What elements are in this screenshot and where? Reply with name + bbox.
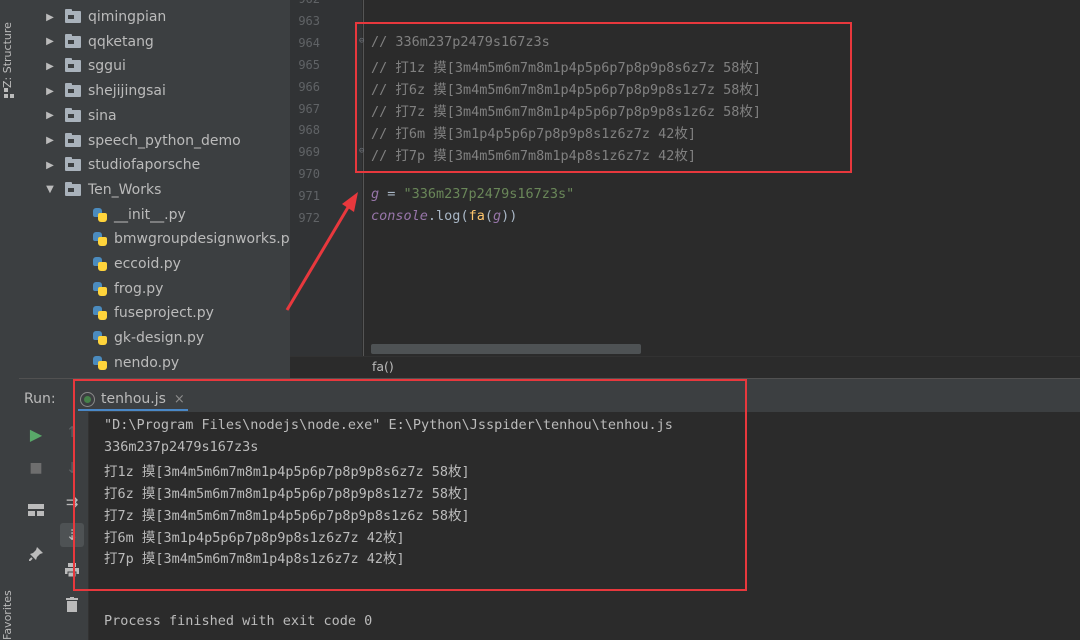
annotation-box-output: [73, 379, 747, 591]
tree-item[interactable]: ▶ qqketang: [41, 30, 154, 54]
folder-icon: [65, 58, 81, 73]
line-number: 962: [290, 0, 320, 6]
code-line-call[interactable]: console.log(fa(g)): [371, 208, 517, 224]
python-file-icon: [92, 355, 108, 371]
breadcrumb-bar: [290, 356, 1080, 379]
operator: =: [379, 186, 404, 202]
tree-item[interactable]: ▶ shejijingsai: [41, 79, 166, 103]
line-number: 969: [298, 145, 320, 160]
tree-item-label: nendo.py: [114, 354, 180, 371]
paren-close: )): [501, 208, 518, 224]
chevron-right-icon[interactable]: ▶: [41, 12, 59, 23]
tree-item[interactable]: bmwgroupdesignworks.py: [92, 227, 290, 251]
dot-token: .: [427, 208, 437, 224]
folder-icon: [65, 132, 81, 147]
line-number: 966: [298, 79, 320, 94]
tree-item[interactable]: ▶ speech_python_demo: [41, 129, 241, 153]
python-file-icon: [92, 330, 108, 346]
tree-item[interactable]: eccoid.py: [92, 252, 181, 276]
tree-item[interactable]: ▶ qimingpian: [41, 5, 166, 29]
folder-icon: [65, 33, 81, 48]
string-literal: "336m237p2479s167z3s": [403, 186, 575, 202]
function-fa: fa: [468, 208, 485, 224]
paren-open-2: (: [484, 208, 493, 224]
run-toolbar-primary: ▶ ■: [19, 412, 56, 640]
stop-icon[interactable]: ■: [24, 456, 48, 480]
tree-item[interactable]: ▼ Ten_Works: [41, 178, 161, 202]
chevron-right-icon[interactable]: ▶: [41, 36, 59, 47]
folder-icon: [65, 9, 81, 23]
tree-item[interactable]: nendo.py: [92, 351, 179, 375]
pin-icon[interactable]: [24, 542, 48, 566]
python-file-icon: [92, 256, 108, 272]
tree-item-label: sggui: [88, 58, 126, 75]
trash-icon[interactable]: [60, 592, 84, 616]
chevron-down-icon[interactable]: ▼: [41, 184, 59, 195]
line-number: 963: [298, 13, 320, 28]
layout-icon[interactable]: [24, 498, 48, 522]
paren-open: (: [460, 208, 469, 224]
line-number: 964: [298, 35, 320, 50]
rerun-icon[interactable]: ▶: [24, 422, 48, 446]
line-number: 970: [298, 167, 320, 182]
editor-horizontal-scrollbar[interactable]: [371, 344, 641, 354]
tree-item-label: Ten_Works: [88, 181, 162, 198]
method-log: log: [436, 208, 461, 224]
chevron-right-icon[interactable]: ▶: [41, 135, 59, 146]
structure-icon: [4, 88, 14, 98]
tree-item[interactable]: ▶ sina: [41, 104, 117, 128]
tree-item-label: qqketang: [88, 33, 154, 50]
annotation-arrow-icon: [285, 192, 358, 311]
folder-icon: [65, 107, 81, 122]
tree-item-label: __init__.py: [114, 206, 186, 223]
python-file-icon: [92, 207, 108, 223]
tree-item-label: speech_python_demo: [88, 132, 241, 149]
tree-item-label: studiofaporsche: [88, 157, 201, 174]
tree-item-label: sina: [88, 107, 117, 124]
python-file-icon: [92, 305, 108, 321]
run-label: Run:: [24, 391, 56, 407]
structure-tool-tab[interactable]: Z: Structure: [1, 8, 14, 88]
variable-g: g: [371, 186, 380, 202]
code-line-assign[interactable]: g = "336m237p2479s167z3s": [371, 186, 574, 202]
line-number: 967: [298, 101, 320, 116]
exit-message: Process finished with exit code 0: [104, 613, 373, 629]
tree-item[interactable]: gk-design.py: [92, 326, 204, 350]
breadcrumb[interactable]: fa(): [372, 359, 394, 374]
tree-item-label: fuseproject.py: [114, 305, 214, 322]
folder-icon: [65, 83, 81, 98]
line-number: 968: [298, 123, 320, 138]
annotation-box-comments: [355, 22, 852, 173]
folder-icon: [65, 181, 81, 196]
python-file-icon: [92, 281, 108, 297]
tree-item-label: bmwgroupdesignworks.py: [114, 231, 290, 248]
left-tool-strip: Z: Structure Favorites: [0, 0, 20, 640]
chevron-right-icon[interactable]: ▶: [41, 160, 59, 171]
favorites-tool-tab[interactable]: Favorites: [1, 590, 14, 640]
tree-item[interactable]: fuseproject.py: [92, 301, 214, 325]
tree-item[interactable]: ▶ studiofaporsche: [41, 153, 200, 177]
tree-item-label: eccoid.py: [114, 256, 181, 272]
tree-item-label: shejijingsai: [88, 83, 166, 100]
chevron-right-icon[interactable]: ▶: [41, 86, 59, 97]
python-file-icon: [92, 231, 108, 247]
console-object: console: [371, 208, 428, 224]
tree-item[interactable]: ▶ sggui: [41, 54, 126, 78]
project-tree: ▶ qimingpian ▶ qqketang ▶ sggui ▶ shejijingsai ▶…: [19, 0, 290, 378]
folder-icon: [65, 157, 81, 172]
tree-item[interactable]: frog.py: [92, 277, 163, 301]
tree-item-label: qimingpian: [88, 9, 167, 25]
tree-item-label: frog.py: [114, 280, 164, 297]
tree-item-label: gk-design.py: [114, 330, 205, 347]
chevron-right-icon[interactable]: ▶: [41, 61, 59, 72]
chevron-right-icon[interactable]: ▶: [41, 110, 59, 121]
argument-g: g: [492, 208, 502, 224]
line-number: 965: [298, 57, 320, 72]
tree-item[interactable]: __init__.py: [92, 203, 186, 227]
